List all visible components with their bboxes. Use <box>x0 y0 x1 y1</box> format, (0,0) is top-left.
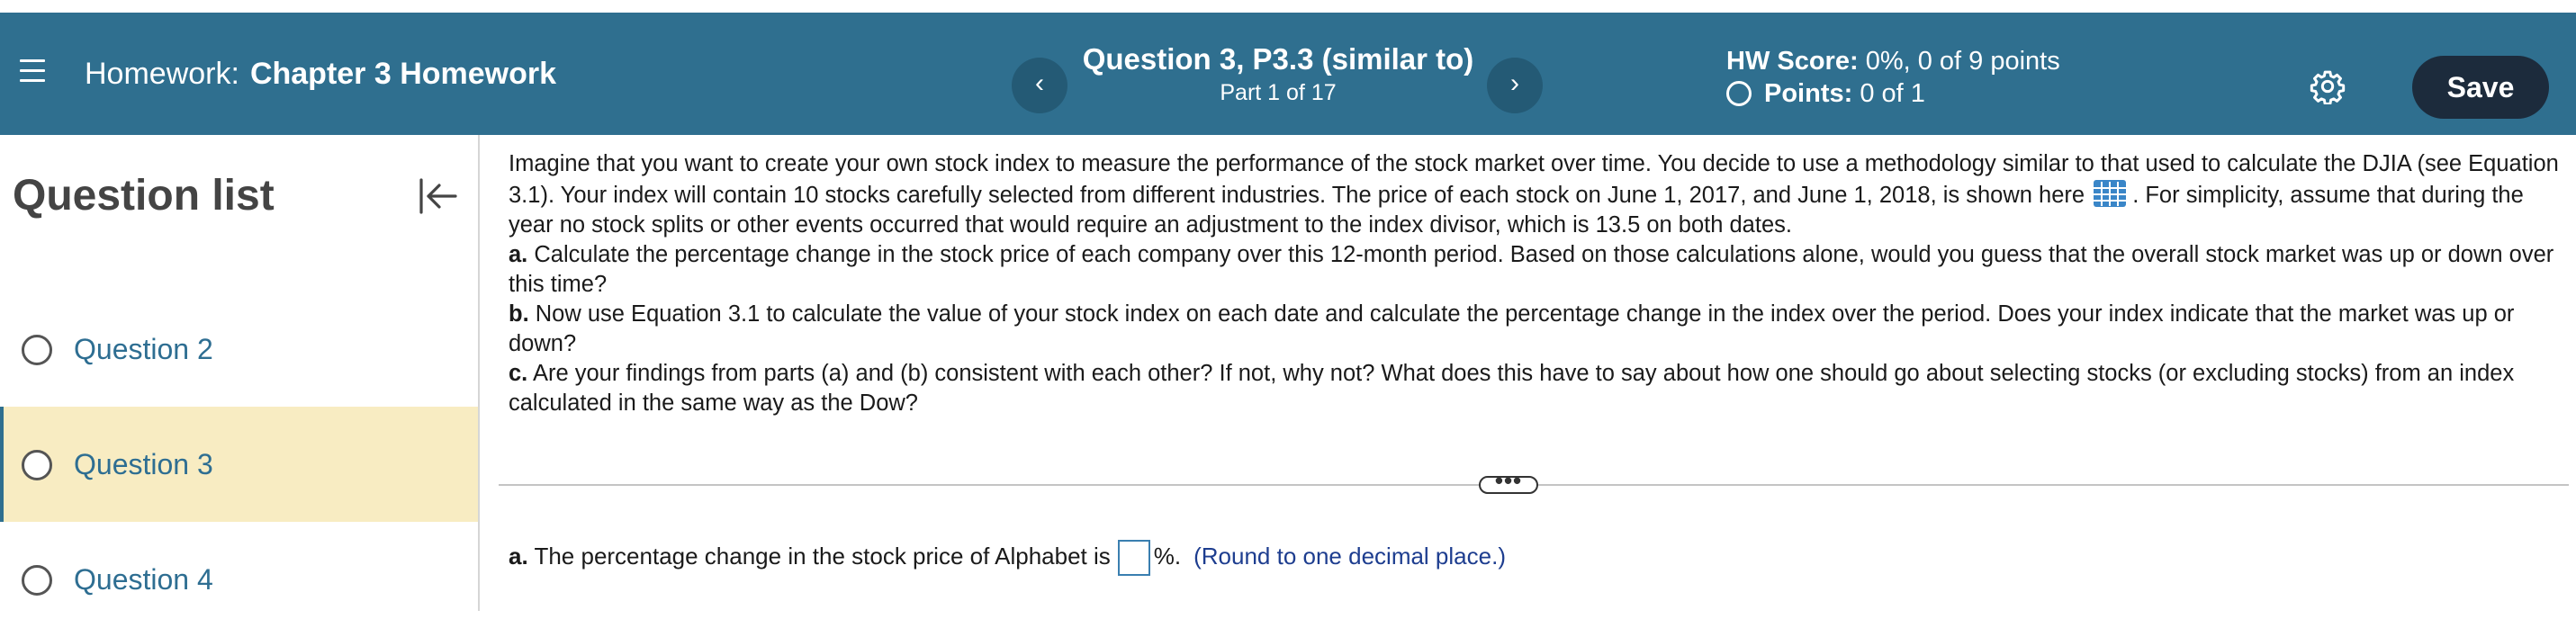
question-part-c: c. Are your findings from parts (a) and … <box>509 359 2561 418</box>
question-list-item-4[interactable]: Question 4 <box>0 522 478 637</box>
chevron-right-icon: › <box>1510 68 1519 98</box>
question-list-item-label: Question 3 <box>74 448 213 480</box>
answer-prompt: The percentage change in the stock price… <box>534 543 1111 570</box>
top-strip <box>0 0 2576 13</box>
divider-drag-handle[interactable]: ••• <box>1479 467 1538 494</box>
header-bar: Homework: Chapter 3 Homework ‹ Question 3… <box>0 13 2576 135</box>
answer-row: a. The percentage change in the stock pr… <box>509 538 1506 577</box>
chevron-left-icon: ‹ <box>1035 68 1044 98</box>
hw-score-label: HW Score: <box>1726 47 1859 76</box>
question-status-icon <box>22 335 52 365</box>
question-list-item-3[interactable]: Question 3 <box>0 407 478 522</box>
question-part-b: b. Now use Equation 3.1 to calculate the… <box>509 300 2561 359</box>
homework-title: Homework: Chapter 3 Homework <box>85 56 556 92</box>
points-label: Points: <box>1764 79 1853 108</box>
question-list-title: Question list <box>13 172 275 220</box>
part-a-label: a. <box>509 242 528 267</box>
points-value: 0 of 1 <box>1860 79 1925 108</box>
gear-icon[interactable] <box>2310 68 2346 104</box>
answer-input[interactable] <box>1117 540 1150 577</box>
points-status: Points: 0 of 1 <box>1726 77 1925 110</box>
next-question-button[interactable]: › <box>1487 58 1543 113</box>
answer-unit: %. <box>1153 543 1182 570</box>
question-list-panel: Question list Question 2 Question 3 Ques… <box>0 135 480 611</box>
rounding-hint: (Round to one decimal place.) <box>1193 543 1506 570</box>
answer-part-label: a. <box>509 543 528 570</box>
question-status-icon <box>22 450 52 480</box>
collapse-left-icon[interactable] <box>416 175 459 218</box>
part-indicator: Part 1 of 17 <box>1220 80 1337 105</box>
question-part-a: a. Calculate the percentage change in th… <box>509 240 2561 300</box>
data-table-icon[interactable] <box>2093 179 2127 208</box>
hamburger-menu-icon[interactable] <box>20 59 47 83</box>
question-title: Question 3, P3.3 (similar to) <box>1082 42 1474 76</box>
homework-label: Homework: <box>85 57 239 91</box>
hw-score-value: 0%, 0 of 9 points <box>1865 47 2060 76</box>
points-status-icon <box>1726 81 1752 106</box>
homework-name: Chapter 3 Homework <box>249 57 557 91</box>
question-list-item-label: Question 2 <box>74 333 213 365</box>
part-b-text: Now use Equation 3.1 to calculate the va… <box>509 301 2515 356</box>
part-b-label: b. <box>509 301 529 327</box>
save-button[interactable]: Save <box>2412 56 2549 119</box>
part-a-text: Calculate the percentage change in the s… <box>509 242 2554 297</box>
part-c-text: Are your findings from parts (a) and (b)… <box>509 361 2515 416</box>
part-c-label: c. <box>509 361 528 386</box>
more-dots-icon: ••• <box>1494 467 1523 494</box>
question-intro: Imagine that you want to create your own… <box>509 149 2561 240</box>
question-list-item-label: Question 4 <box>74 563 213 596</box>
hw-score: HW Score: 0%, 0 of 9 points <box>1726 45 2060 77</box>
question-list-item-2[interactable]: Question 2 <box>0 292 478 407</box>
question-status-icon <box>22 565 52 596</box>
question-text: Imagine that you want to create your own… <box>509 149 2561 418</box>
